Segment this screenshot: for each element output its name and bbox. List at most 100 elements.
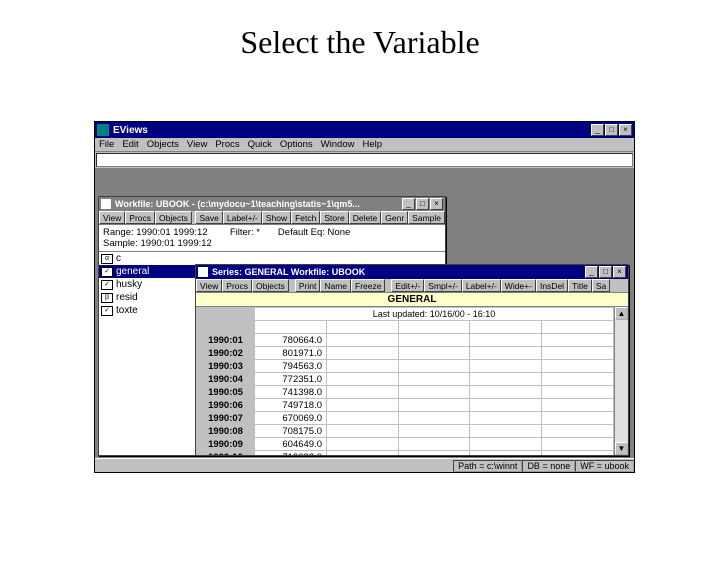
row-period: 1990:09 [197,438,255,451]
sr-max-button[interactable]: □ [599,266,612,278]
menu-window[interactable]: Window [321,139,355,150]
sr-btn-edit[interactable]: Edit+/- [391,279,424,292]
var-type-icon: ✓ [101,280,113,290]
sr-btn-print[interactable]: Print [295,279,320,292]
wf-btn-store[interactable]: Store [320,211,348,224]
sr-btn-view[interactable]: View [196,279,222,292]
row-value: 719032.0 [255,451,327,456]
range-value: 1990:01 1999:12 [136,227,207,238]
close-button[interactable]: × [619,124,632,136]
menu-quick[interactable]: Quick [248,139,272,150]
wf-close-button[interactable]: × [430,198,443,210]
wf-btn-delete[interactable]: Delete [349,211,382,224]
data-row[interactable]: 1990:01780664.0 [197,334,614,347]
menu-file[interactable]: File [99,139,114,150]
data-row[interactable]: 1990:05741398.0 [197,386,614,399]
row-period: 1990:04 [197,373,255,386]
row-period: 1990:05 [197,386,255,399]
workfile-info: Range: 1990:01 1999:12 Sample: 1990:01 1… [99,225,445,252]
row-period: 1990:06 [197,399,255,412]
data-row[interactable]: 1990:03794563.0 [197,360,614,373]
wf-btn-show[interactable]: Show [262,211,291,224]
app-icon [97,124,109,136]
wf-btn-procs[interactable]: Procs [125,211,155,224]
sr-btn-objects[interactable]: Objects [252,279,289,292]
sr-btn-smpl[interactable]: Smpl+/- [424,279,462,292]
status-wf: WF = ubook [575,460,634,472]
sr-btn-wide[interactable]: Wide+- [501,279,536,292]
sr-btn-label[interactable]: Label+/- [462,279,501,292]
var-name: c [116,253,121,264]
row-value: 670069.0 [255,412,327,425]
data-row[interactable]: 1990:04772351.0 [197,373,614,386]
sr-btn-insdel[interactable]: InsDel [536,279,568,292]
row-value: 772351.0 [255,373,327,386]
row-period: 1990:02 [197,347,255,360]
var-name: toxte [116,305,138,316]
var-type-icon: ✓ [101,267,113,277]
series-titlebar: Series: GENERAL Workfile: UBOOK _ □ × [196,265,628,279]
row-value: 749718.0 [255,399,327,412]
menu-edit[interactable]: Edit [122,139,138,150]
scroll-up-icon[interactable]: ▲ [615,307,628,320]
eviews-main-window: EViews _ □ × File Edit Objects View Proc… [94,121,635,473]
maximize-button[interactable]: □ [605,124,618,136]
wf-max-button[interactable]: □ [416,198,429,210]
data-row[interactable]: 1990:10719032.0 [197,451,614,456]
range-label: Range: [103,227,134,238]
series-window: Series: GENERAL Workfile: UBOOK _ □ × Vi… [195,264,629,456]
row-value: 794563.0 [255,360,327,373]
sr-btn-title[interactable]: Title [568,279,592,292]
series-toolbar: View Procs Objects Print Name Freeze Edi… [196,279,628,293]
series-header: GENERAL [196,293,628,307]
main-titlebar: EViews _ □ × [95,122,634,138]
sr-btn-procs[interactable]: Procs [222,279,252,292]
menu-procs[interactable]: Procs [215,139,239,150]
sr-min-button[interactable]: _ [585,266,598,278]
data-row[interactable]: 1990:09604649.0 [197,438,614,451]
workfile-title: Workfile: UBOOK - (c:\mydocu~1\teaching\… [115,199,402,209]
menu-help[interactable]: Help [362,139,382,150]
status-db: DB = none [522,460,575,472]
wf-btn-save[interactable]: Save [195,211,222,224]
data-row[interactable]: 1990:08708175.0 [197,425,614,438]
sr-btn-name[interactable]: Name [320,279,351,292]
wf-btn-genr[interactable]: Genr [381,211,408,224]
menu-view[interactable]: View [187,139,207,150]
wf-btn-label[interactable]: Label+/- [223,211,262,224]
app-title: EViews [113,125,591,136]
sr-btn-sa[interactable]: Sa [592,279,610,292]
sr-close-button[interactable]: × [613,266,626,278]
wf-btn-sample[interactable]: Sample [408,211,445,224]
sample-value: 1990:01 1999:12 [141,238,212,249]
minimize-button[interactable]: _ [591,124,604,136]
wf-btn-fetch[interactable]: Fetch [291,211,320,224]
row-value: 604649.0 [255,438,327,451]
slide-title: Select the Variable [0,24,720,61]
row-period: 1990:10 [197,451,255,456]
row-value: 780664.0 [255,334,327,347]
series-title: Series: GENERAL Workfile: UBOOK [212,267,585,277]
row-value: 741398.0 [255,386,327,399]
scroll-down-icon[interactable]: ▼ [615,442,628,455]
var-type-icon: α [101,254,113,264]
data-row[interactable]: 1990:02801971.0 [197,347,614,360]
default-eq-label: Default Eq: None [278,227,350,249]
var-name: resid [116,292,138,303]
status-path: Path = c:\winnt [453,460,522,472]
workfile-icon [101,199,111,209]
command-bar[interactable] [96,153,633,167]
menubar: File Edit Objects View Procs Quick Optio… [95,138,634,152]
wf-btn-view[interactable]: View [99,211,125,224]
row-value: 801971.0 [255,347,327,360]
menu-objects[interactable]: Objects [147,139,179,150]
vertical-scrollbar[interactable]: ▲ ▼ [614,307,628,455]
last-updated: Last updated: 10/16/00 - 16:10 [255,308,614,321]
data-row[interactable]: 1990:07670069.0 [197,412,614,425]
menu-options[interactable]: Options [280,139,313,150]
data-row[interactable]: 1990:06749718.0 [197,399,614,412]
wf-min-button[interactable]: _ [402,198,415,210]
sr-btn-freeze[interactable]: Freeze [351,279,385,292]
wf-btn-objects[interactable]: Objects [155,211,192,224]
var-type-icon: β [101,293,113,303]
